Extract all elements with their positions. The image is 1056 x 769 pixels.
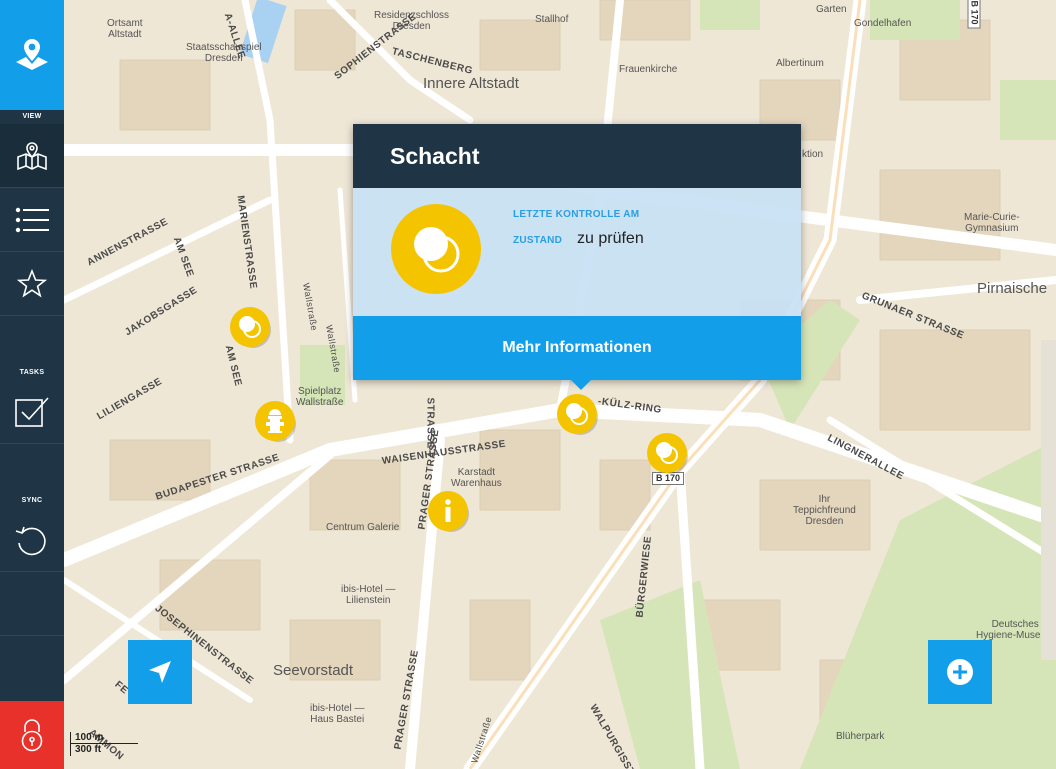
more-info-button[interactable]: Mehr Informationen xyxy=(353,316,801,380)
place-label: Marie-Curie- Gymnasium xyxy=(964,212,1020,234)
district-label: Innere Altstadt xyxy=(423,75,519,92)
map-canvas[interactable]: Ortsamt Altstadt Residenzschloss Dresden… xyxy=(64,0,1056,769)
app: VIEW TASKS SYNC Ortsamt Altstadt Residen… xyxy=(0,0,1056,769)
info-marker[interactable] xyxy=(427,490,469,532)
manhole-icon xyxy=(647,433,688,474)
state-label: ZUSTAND xyxy=(513,235,563,246)
place-label: Albertinum xyxy=(776,58,824,69)
last-check-label: LETZTE KONTROLLE AM xyxy=(513,209,640,220)
locate-me-button[interactable] xyxy=(128,640,192,704)
sidebar-divider xyxy=(0,572,64,636)
place-label: Gondelhafen xyxy=(854,18,912,29)
place-label: Frauenkirche xyxy=(619,64,678,75)
sync-icon xyxy=(15,526,46,555)
lock-button[interactable] xyxy=(0,701,64,769)
popup-body: LETZTE KONTROLLE AM ZUSTAND zu prüfen xyxy=(353,188,801,316)
list-icon xyxy=(15,207,49,232)
sidebar-item-sync[interactable] xyxy=(0,508,64,572)
district-label: Pirnaische xyxy=(977,280,1048,297)
hydrant-icon xyxy=(255,401,296,442)
sidebar-item-favorites[interactable] xyxy=(0,252,64,316)
place-label: Stallhof xyxy=(535,14,569,25)
sidebar-item-list[interactable] xyxy=(0,188,64,252)
navigation-arrow-icon xyxy=(149,661,171,683)
section-label-sync: SYNC xyxy=(21,497,43,504)
place-label: ibis-Hotel — Lilienstein xyxy=(341,584,396,606)
manhole-marker[interactable] xyxy=(646,432,688,474)
place-label: Garten xyxy=(816,4,847,15)
road-shield: B 170 xyxy=(967,0,981,29)
manhole-icon xyxy=(230,307,271,348)
add-button[interactable] xyxy=(928,640,992,704)
place-label: Spielplatz Wallstraße xyxy=(296,386,344,408)
manhole-marker[interactable] xyxy=(229,306,271,348)
sidebar: VIEW TASKS SYNC xyxy=(0,0,73,769)
place-label: Centrum Galerie xyxy=(326,522,400,533)
place-label: Ortsamt Altstadt xyxy=(107,18,143,40)
plus-icon xyxy=(947,659,973,685)
district-label: Seevorstadt xyxy=(273,662,354,679)
sidebar-item-map[interactable] xyxy=(0,124,64,188)
manhole-marker-selected[interactable] xyxy=(556,393,598,435)
place-label: Staatsschauspiel Dresden xyxy=(186,42,262,64)
scale-metric: 100 m xyxy=(70,732,138,744)
place-label: Blüherpark xyxy=(836,731,885,742)
manhole-icon xyxy=(557,394,598,435)
popup-pointer xyxy=(571,380,591,390)
place-label: Ihr Teppichfreund Dresden xyxy=(793,494,856,527)
app-logo-button[interactable] xyxy=(0,0,64,110)
state-value: zu prüfen xyxy=(577,230,644,247)
place-label: ktion xyxy=(802,149,824,160)
star-icon xyxy=(16,268,48,297)
section-label-tasks: TASKS xyxy=(19,369,45,376)
sidebar-item-tasks[interactable] xyxy=(0,380,64,444)
place-label: Karstadt Warenhaus xyxy=(451,467,502,489)
section-label-view: VIEW xyxy=(22,113,42,120)
feature-popup: Schacht LETZTE KONTROLLE AM ZUSTAND zu p… xyxy=(353,124,801,390)
lock-icon xyxy=(21,719,43,752)
map-icon xyxy=(17,141,47,170)
info-icon xyxy=(428,491,469,532)
scale-bar: 100 m 300 ft xyxy=(70,732,138,756)
place-label: ibis-Hotel — Haus Bastei xyxy=(310,703,365,725)
hydrant-marker[interactable] xyxy=(254,400,296,442)
checkbox-icon xyxy=(15,396,49,427)
manhole-icon xyxy=(391,204,481,294)
scale-imperial: 300 ft xyxy=(70,744,110,756)
popup-title: Schacht xyxy=(353,124,801,188)
side-panel-handle[interactable] xyxy=(1041,340,1056,660)
map-pin-logo-icon xyxy=(16,39,48,70)
